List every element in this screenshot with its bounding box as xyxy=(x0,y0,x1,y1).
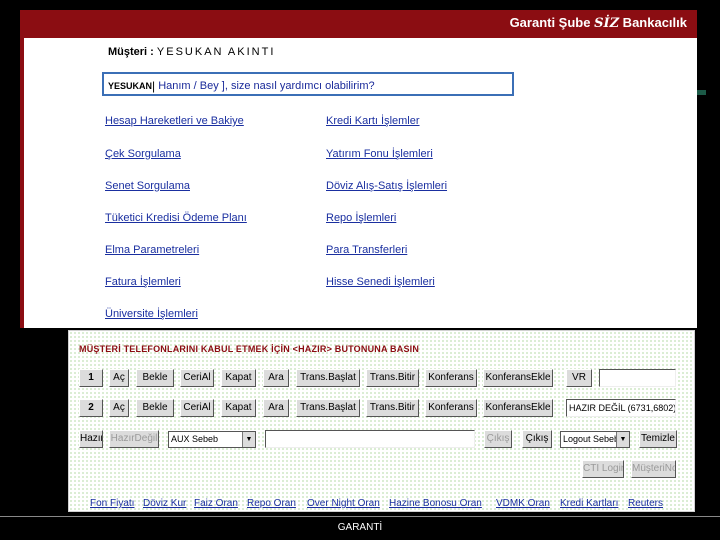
menu-senet-sorgulama[interactable]: Senet Sorgulama xyxy=(105,180,190,192)
menu-cek-sorgulama[interactable]: Çek Sorgulama xyxy=(105,148,181,160)
line-2-button[interactable]: 2 xyxy=(79,399,103,417)
menu-kredi-karti[interactable]: Kredi Kartı İşlemler xyxy=(326,115,420,127)
line-2-ara-button[interactable]: Ara xyxy=(263,399,289,417)
left-accent-strip xyxy=(20,38,24,328)
cti-login-button[interactable]: CTI Login xyxy=(582,460,624,478)
line-2-kapat-button[interactable]: Kapat xyxy=(221,399,256,417)
link-doviz-kur[interactable]: Döviz Kur xyxy=(143,498,186,509)
line-1-trans-baslat-button[interactable]: Trans.Başlat xyxy=(296,369,360,387)
bank-title-suffix: Bankacılık xyxy=(619,15,687,30)
footer-divider xyxy=(0,516,720,517)
phone-control-panel: MÜŞTERİ TELEFONLARINI KABUL ETMEK İÇİN <… xyxy=(68,330,695,512)
aux-reason-value: AUX Sebeb xyxy=(171,434,219,444)
menu-hesap-hareketleri[interactable]: Hesap Hareketleri ve Bakiye xyxy=(105,115,244,127)
line-1-trans-bitir-button[interactable]: Trans.Bitir xyxy=(366,369,419,387)
line-1-kapat-button[interactable]: Kapat xyxy=(221,369,256,387)
footer-label: GARANTİ xyxy=(337,522,383,533)
cikis-disabled-button[interactable]: Çıkış xyxy=(484,430,512,448)
line-1-ceri-al-button[interactable]: CeriAl xyxy=(180,369,214,387)
line-2-konferans-button[interactable]: Konferans xyxy=(425,399,477,417)
menu-fatura-islemleri[interactable]: Fatura İşlemleri xyxy=(105,276,181,288)
bank-title-prefix: Garanti Şube xyxy=(509,15,595,30)
line-2-ac-button[interactable]: Aç xyxy=(109,399,129,417)
line-1-button[interactable]: 1 xyxy=(79,369,103,387)
customer-line: Müşteri : YESUKAN AKINTI xyxy=(108,46,275,58)
cikis-button[interactable]: Çıkış xyxy=(522,430,552,448)
vr-button[interactable]: VR xyxy=(566,369,592,387)
menu-tuketici-kredisi[interactable]: Tüketici Kredisi Ödeme Planı xyxy=(105,212,247,224)
line-1-konferans-button[interactable]: Konferans xyxy=(425,369,477,387)
main-window: Garanti Şube SİZ Bankacılık Müşteri : YE… xyxy=(20,10,697,328)
line-2-trans-baslat-button[interactable]: Trans.Başlat xyxy=(296,399,360,417)
hazir-button[interactable]: Hazır xyxy=(79,430,103,448)
line-2-status-field[interactable]: HAZIR DEĞİL (6731,6802) xyxy=(566,399,676,417)
hazir-degil-button[interactable]: HazırDeğil xyxy=(109,430,159,448)
customer-name: YESUKAN AKINTI xyxy=(156,46,276,58)
link-fon-fiyati[interactable]: Fon Fiyatı xyxy=(90,498,134,509)
link-faiz-oran[interactable]: Faiz Oran xyxy=(194,498,238,509)
temizle-button[interactable]: Temizle xyxy=(639,430,677,448)
header-bar: Garanti Şube SİZ Bankacılık xyxy=(20,10,697,38)
line-1-ara-button[interactable]: Ara xyxy=(263,369,289,387)
menu-elma-parametreleri[interactable]: Elma Parametreleri xyxy=(105,244,199,256)
line-1-ac-button[interactable]: Aç xyxy=(109,369,129,387)
greeting-text: Hanım / Bey ], size nasıl yardımcı olabi… xyxy=(155,79,375,92)
line-2-bekle-button[interactable]: Bekle xyxy=(136,399,174,417)
line-1-bekle-button[interactable]: Bekle xyxy=(136,369,174,387)
line-2-konferans-ekle-button[interactable]: KonferansEkle xyxy=(483,399,553,417)
menu-universite-islemleri[interactable]: Üniversite İşlemleri xyxy=(105,308,198,320)
aux-reason-select[interactable]: AUX Sebeb ▼ xyxy=(168,431,256,448)
line-1-konferans-ekle-button[interactable]: KonferansEkle xyxy=(483,369,553,387)
menu-doviz-alis-satis[interactable]: Döviz Alış-Satış İşlemleri xyxy=(326,180,447,192)
window-edge-tab xyxy=(697,90,706,95)
line-1-status-field[interactable] xyxy=(599,369,676,387)
line-2-ceri-al-button[interactable]: CeriAl xyxy=(180,399,214,417)
logout-reason-select[interactable]: Logout Sebeb ▼ xyxy=(560,431,630,448)
chevron-down-icon: ▼ xyxy=(242,432,255,447)
menu-yatirim-fonu[interactable]: Yatırım Fonu İşlemleri xyxy=(326,148,433,160)
link-hazine-bonosu-oran[interactable]: Hazine Bonosu Oran xyxy=(389,498,482,509)
screen: Garanti Şube SİZ Bankacılık Müşteri : YE… xyxy=(0,0,720,540)
link-kredi-kartlari[interactable]: Kredi Kartları xyxy=(560,498,618,509)
greeting-box: YESUKAN| Hanım / Bey ], size nasıl yardı… xyxy=(102,72,514,96)
menu-para-transferleri[interactable]: Para Transferleri xyxy=(326,244,407,256)
phone-panel-heading: MÜŞTERİ TELEFONLARINI KABUL ETMEK İÇİN <… xyxy=(79,344,420,354)
bank-title-siz: SİZ xyxy=(594,16,620,31)
link-over-night-oran[interactable]: Over Night Oran xyxy=(307,498,380,509)
customer-label: Müşteri : xyxy=(108,46,154,58)
line-2-trans-bitir-button[interactable]: Trans.Bitir xyxy=(366,399,419,417)
logout-reason-value: Logout Sebeb xyxy=(563,434,620,444)
link-repo-oran[interactable]: Repo Oran xyxy=(247,498,296,509)
musteri-no-button[interactable]: MüşteriNo xyxy=(631,460,676,478)
menu-repo-islemleri[interactable]: Repo İşlemleri xyxy=(326,212,396,224)
greeting-customer-name: YESUKAN xyxy=(108,80,153,91)
bank-title: Garanti Şube SİZ Bankacılık xyxy=(510,15,687,31)
link-vdmk-oran[interactable]: VDMK Oran xyxy=(496,498,550,509)
link-reuters[interactable]: Reuters xyxy=(628,498,663,509)
chevron-down-icon: ▼ xyxy=(616,432,629,447)
note-field[interactable] xyxy=(265,430,475,448)
menu-hisse-senedi[interactable]: Hisse Senedi İşlemleri xyxy=(326,276,435,288)
